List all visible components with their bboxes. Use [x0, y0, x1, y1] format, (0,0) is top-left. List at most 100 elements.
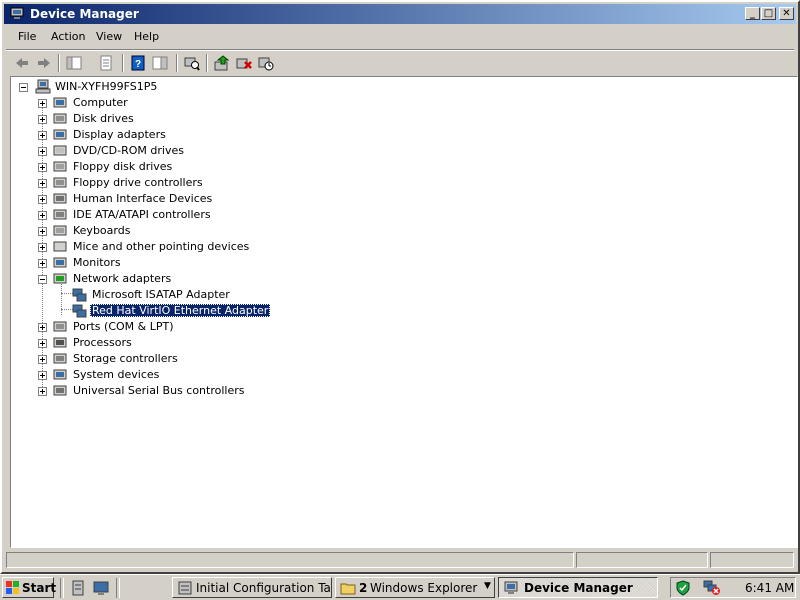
- expand-button[interactable]: [38, 163, 47, 172]
- toolbar-separator: [58, 54, 60, 72]
- tree-category-label: System devices: [73, 368, 160, 381]
- expand-button[interactable]: [38, 355, 47, 364]
- tree-device-red-hat-virtio-ethernet-adapter[interactable]: Red Hat VirtIO Ethernet Adapter: [57, 303, 457, 319]
- taskbar-separator: [60, 578, 64, 598]
- task-label: Initial Configuration Tasks: [196, 581, 331, 595]
- task-initial-configuration[interactable]: Initial Configuration Tasks: [172, 577, 332, 598]
- expand-button[interactable]: [38, 339, 47, 348]
- close-button[interactable]: ✕: [779, 7, 794, 20]
- update-driver-icon[interactable]: [214, 55, 230, 71]
- tree-root[interactable]: WIN-XYFH99FS1P5: [19, 79, 319, 95]
- disable-device-icon[interactable]: [258, 55, 274, 71]
- uninstall-icon[interactable]: [236, 55, 252, 71]
- system-device-icon: [53, 369, 67, 380]
- expand-button[interactable]: [38, 115, 47, 124]
- toolbar-separator: [176, 54, 178, 72]
- collapse-root-button[interactable]: [19, 83, 28, 92]
- tree-category-universal-serial-bus-controllers[interactable]: Universal Serial Bus controllers: [38, 383, 438, 399]
- expand-button[interactable]: [38, 227, 47, 236]
- storage-controller-icon: [53, 353, 67, 364]
- action-pane-icon[interactable]: [152, 55, 168, 71]
- tree-category-label: DVD/CD-ROM drives: [73, 144, 184, 157]
- server-manager-icon[interactable]: [70, 580, 86, 596]
- properties-icon[interactable]: [98, 55, 114, 71]
- task-label: Device Manager: [524, 581, 633, 595]
- processor-icon: [53, 337, 67, 348]
- expand-button[interactable]: [38, 131, 47, 140]
- clock: 6:41 AM: [745, 581, 795, 595]
- collapse-button[interactable]: [38, 275, 47, 284]
- expand-button[interactable]: [38, 147, 47, 156]
- show-desktop-icon[interactable]: [93, 580, 109, 596]
- tree-category-ide-ata-atapi-controllers[interactable]: IDE ATA/ATAPI controllers: [38, 207, 438, 223]
- tree-category-processors[interactable]: Processors: [38, 335, 438, 351]
- tree-category-computer[interactable]: Computer: [38, 95, 438, 111]
- tree-category-floppy-disk-drives[interactable]: Floppy disk drives: [38, 159, 438, 175]
- tree-category-label: Human Interface Devices: [73, 192, 213, 205]
- device-tree[interactable]: WIN-XYFH99FS1P5 Computer Disk drives Displ…: [10, 76, 798, 548]
- tree-category-floppy-drive-controllers[interactable]: Floppy drive controllers: [38, 175, 438, 191]
- menu-action[interactable]: Action: [51, 30, 85, 43]
- monitor-icon: [53, 257, 67, 268]
- svg-text:?: ?: [135, 59, 141, 70]
- tree-category-label: Network adapters: [73, 272, 172, 285]
- tree-category-monitors[interactable]: Monitors: [38, 255, 438, 271]
- tree-category-label: Storage controllers: [73, 352, 178, 365]
- task-label: Windows Explorer: [370, 581, 478, 595]
- tree-category-label: Floppy drive controllers: [73, 176, 203, 189]
- tree-category-label: Computer: [73, 96, 128, 109]
- expand-button[interactable]: [38, 323, 47, 332]
- selected-device-label: Red Hat VirtIO Ethernet Adapter: [90, 304, 271, 317]
- device-manager-icon: [504, 581, 518, 594]
- maximize-button[interactable]: □: [761, 7, 776, 20]
- show-hide-console-tree-icon[interactable]: [66, 55, 82, 71]
- tree-category-human-interface-devices[interactable]: Human Interface Devices: [38, 191, 438, 207]
- tree-category-label: Disk drives: [73, 112, 134, 125]
- security-shield-icon[interactable]: [675, 580, 691, 596]
- dvd-drive-icon: [53, 145, 67, 156]
- expand-button[interactable]: [38, 387, 47, 396]
- scan-hardware-icon[interactable]: [184, 55, 200, 71]
- menu-view[interactable]: View: [96, 30, 122, 43]
- minimize-button[interactable]: _: [745, 7, 760, 20]
- status-pane-main: [6, 552, 574, 568]
- tree-category-system-devices[interactable]: System devices: [38, 367, 438, 383]
- keyboard-icon: [53, 225, 67, 236]
- menu-help[interactable]: Help: [134, 30, 159, 43]
- expand-button[interactable]: [38, 243, 47, 252]
- tree-category-label: Universal Serial Bus controllers: [73, 384, 245, 397]
- tree-category-ports-com-lpt[interactable]: Ports (COM & LPT): [38, 319, 438, 335]
- tree-category-keyboards[interactable]: Keyboards: [38, 223, 438, 239]
- start-button[interactable]: Start: [2, 577, 56, 598]
- tree-device-microsoft-isatap-adapter[interactable]: Microsoft ISATAP Adapter: [57, 287, 457, 303]
- tree-category-label: Ports (COM & LPT): [73, 320, 174, 333]
- ide-controller-icon: [53, 209, 67, 220]
- floppy-drive-icon: [53, 161, 67, 172]
- toolbar-separator: [122, 54, 124, 72]
- expand-button[interactable]: [38, 259, 47, 268]
- floppy-controller-icon: [53, 177, 67, 188]
- help-icon[interactable]: ?: [130, 55, 146, 71]
- title-bar[interactable]: Device Manager _ □ ✕: [4, 4, 796, 24]
- port-icon: [53, 321, 67, 332]
- tree-category-mice-and-other-pointing-devices[interactable]: Mice and other pointing devices: [38, 239, 438, 255]
- back-icon[interactable]: [14, 55, 30, 71]
- chevron-down-icon: ▼: [484, 581, 491, 591]
- task-device-manager[interactable]: Device Manager: [498, 577, 658, 598]
- tree-category-dvd-cd-rom-drives[interactable]: DVD/CD-ROM drives: [38, 143, 438, 159]
- menu-file[interactable]: File: [18, 30, 36, 43]
- tree-category-disk-drives[interactable]: Disk drives: [38, 111, 438, 127]
- network-disconnected-icon[interactable]: [703, 580, 721, 596]
- expand-button[interactable]: [38, 211, 47, 220]
- expand-button[interactable]: [38, 99, 47, 108]
- task-windows-explorer[interactable]: 2 Windows Explorer ▼: [335, 577, 495, 598]
- forward-icon[interactable]: [36, 55, 52, 71]
- expand-button[interactable]: [38, 195, 47, 204]
- expand-button[interactable]: [38, 179, 47, 188]
- expand-button[interactable]: [38, 371, 47, 380]
- toolbar-separator: [206, 54, 208, 72]
- tree-category-network-adapters[interactable]: Network adapters: [38, 271, 438, 287]
- tree-category-display-adapters[interactable]: Display adapters: [38, 127, 438, 143]
- tree-category-storage-controllers[interactable]: Storage controllers: [38, 351, 438, 367]
- tree-category-label: Monitors: [73, 256, 121, 269]
